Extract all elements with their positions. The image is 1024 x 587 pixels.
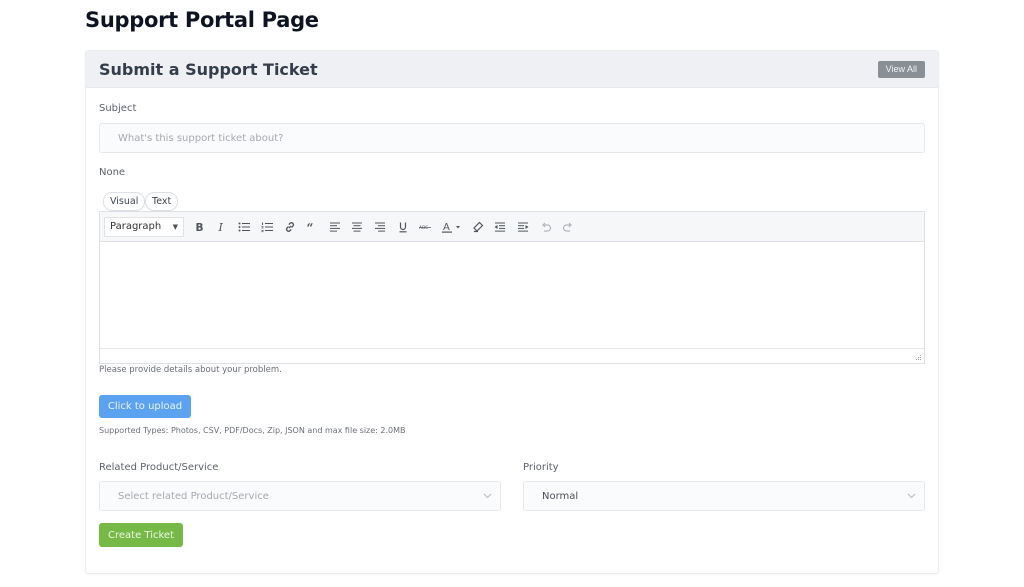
undo-icon[interactable] xyxy=(534,217,557,237)
card-title: Submit a Support Ticket xyxy=(99,60,318,79)
editor-content-area[interactable] xyxy=(100,242,924,349)
svg-text:A: A xyxy=(443,222,450,233)
svg-text:B: B xyxy=(196,222,204,233)
italic-icon[interactable]: I xyxy=(211,217,234,237)
strikethrough-icon[interactable]: ABC xyxy=(414,217,437,237)
product-label: Related Product/Service xyxy=(99,462,219,473)
bullet-list-icon[interactable] xyxy=(233,217,256,237)
svg-text:ABC: ABC xyxy=(419,225,428,231)
card-header: Submit a Support Ticket View All xyxy=(86,51,938,88)
rich-text-editor: Paragraph ▼ B I “ ABC A xyxy=(99,211,925,364)
paragraph-format-select[interactable]: Paragraph ▼ xyxy=(104,216,184,237)
tab-text[interactable]: Text xyxy=(145,192,179,211)
subject-input[interactable] xyxy=(100,124,924,152)
product-select-placeholder: Select related Product/Service xyxy=(118,491,269,502)
resize-handle-icon[interactable] xyxy=(915,354,922,361)
priority-select-value: Normal xyxy=(542,491,579,502)
tab-visual[interactable]: Visual xyxy=(103,192,146,211)
product-select[interactable]: Select related Product/Service xyxy=(99,481,501,511)
format-select-value: Paragraph xyxy=(110,221,162,232)
bold-icon[interactable]: B xyxy=(188,217,211,237)
page-title: Support Portal Page xyxy=(85,8,319,32)
svg-text:“: “ xyxy=(307,221,314,233)
blockquote-icon[interactable]: “ xyxy=(301,217,324,237)
indent-icon[interactable] xyxy=(512,217,535,237)
subject-field-wrapper xyxy=(99,123,925,153)
align-center-icon[interactable] xyxy=(346,217,369,237)
chevron-down-icon xyxy=(483,493,492,499)
clear-formatting-icon[interactable] xyxy=(467,217,490,237)
redo-icon[interactable] xyxy=(557,217,580,237)
align-left-icon[interactable] xyxy=(324,217,347,237)
view-all-button[interactable]: View All xyxy=(877,61,925,78)
details-label: None xyxy=(99,167,126,178)
text-color-icon[interactable]: A xyxy=(437,217,467,237)
create-ticket-button[interactable]: Create Ticket xyxy=(99,523,183,547)
outdent-icon[interactable] xyxy=(489,217,512,237)
priority-select[interactable]: Normal xyxy=(523,481,925,511)
align-right-icon[interactable] xyxy=(369,217,392,237)
underline-icon[interactable] xyxy=(391,217,414,237)
subject-label: Subject xyxy=(99,103,137,114)
chevron-down-icon xyxy=(907,493,916,499)
link-icon[interactable] xyxy=(278,217,301,237)
details-help-text: Please provide details about your proble… xyxy=(99,365,282,375)
priority-label: Priority xyxy=(523,462,559,473)
editor-toolbar: Paragraph ▼ B I “ ABC A xyxy=(100,212,924,242)
svg-text:I: I xyxy=(217,221,223,233)
numbered-list-icon[interactable] xyxy=(256,217,279,237)
caret-down-icon: ▼ xyxy=(172,222,178,231)
upload-help-text: Supported Types: Photos, CSV, PDF/Docs, … xyxy=(99,426,406,435)
editor-statusbar xyxy=(100,349,924,363)
upload-button[interactable]: Click to upload xyxy=(99,395,191,418)
